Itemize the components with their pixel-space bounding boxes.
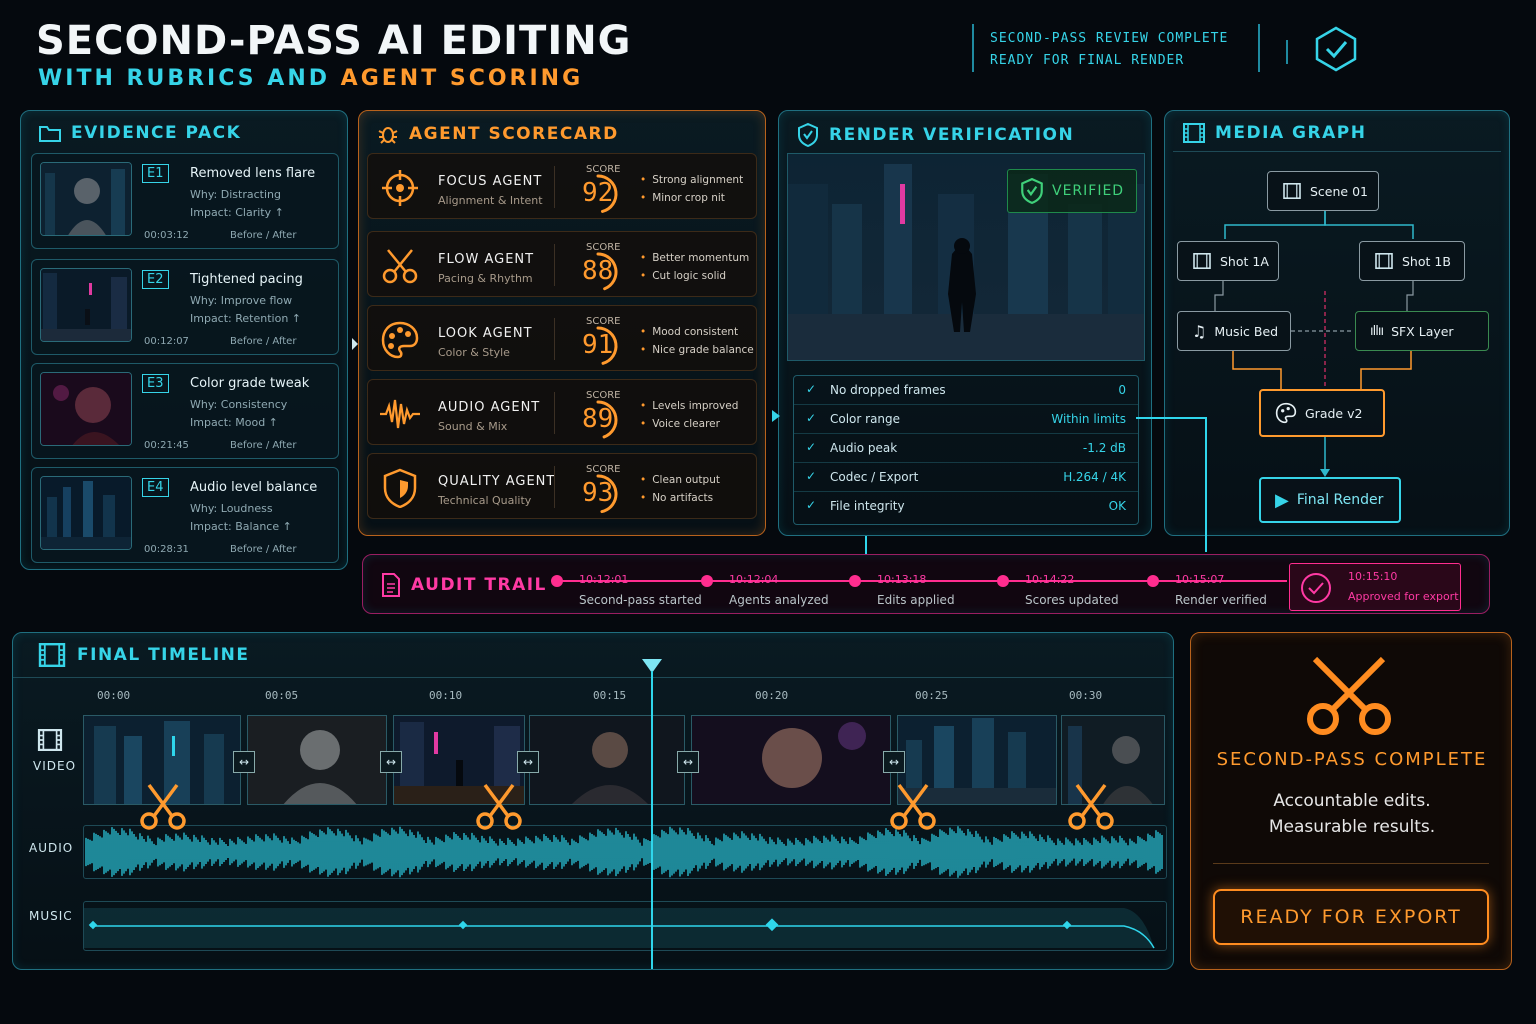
audit-dot [1147,575,1159,587]
film-icon [37,729,63,751]
audit-dot [701,575,713,587]
divider [1213,863,1489,864]
time-tick: 00:10 [429,689,463,702]
export-line-1: Accountable edits. [1273,791,1431,811]
scissors-icon[interactable] [1065,781,1117,833]
divider [13,677,1173,678]
audit-label: Second-pass started [579,593,702,607]
music-track[interactable] [83,901,1167,951]
time-tick: 00:05 [265,689,299,702]
audit-label: Agents analyzed [729,593,829,607]
track-label-audio: AUDIO [29,841,74,855]
transition-marker[interactable]: ↔ [380,751,402,773]
scissors-icon[interactable] [137,781,189,833]
waveform-bars [85,826,1163,878]
film-icon [38,643,66,667]
audit-dot [551,575,563,587]
audit-trail-label: AUDIT TRAIL [411,575,547,595]
audit-time: 10:15:07 [1175,573,1225,586]
playhead[interactable] [641,657,663,969]
video-clip[interactable] [691,715,891,805]
audit-label: Edits applied [877,593,955,607]
track-label-video: VIDEO [33,759,77,773]
audit-label: Scores updated [1025,593,1119,607]
music-automation [84,908,1155,949]
transition-marker[interactable]: ↔ [233,751,255,773]
audit-time: 10:12:01 [579,573,629,586]
audit-time: 10:12:04 [729,573,779,586]
scissors-icon[interactable] [887,781,939,833]
audit-dot [849,575,861,587]
transition-marker[interactable]: ↔ [883,751,905,773]
export-line-2: Measurable results. [1268,817,1436,837]
audit-time: 10:14:22 [1025,573,1075,586]
audio-track[interactable] [83,825,1167,879]
track-label-music: MUSIC [29,909,73,923]
video-clip[interactable] [247,715,387,805]
final-timeline-title: FINAL TIMELINE [37,643,250,667]
time-tick: 00:15 [593,689,627,702]
time-tick: 00:25 [915,689,949,702]
ready-for-export-button[interactable]: READY FOR EXPORT [1213,889,1489,945]
export-panel: SECOND-PASS COMPLETE Accountable edits. … [1190,632,1512,970]
audit-trail-panel: AUDIT TRAIL 10:12:01 Second-pass started… [362,554,1490,614]
approved-time: 10:15:10 [1348,570,1398,583]
approved-badge[interactable]: 10:15:10 Approved for export [1289,563,1461,611]
document-icon [382,573,400,597]
transition-marker[interactable]: ↔ [677,751,699,773]
time-tick: 00:30 [1069,689,1103,702]
final-timeline-panel: FINAL TIMELINE 00:00 00:05 00:10 00:15 0… [12,632,1174,970]
time-tick: 00:20 [755,689,789,702]
export-title: SECOND-PASS COMPLETE [1216,749,1488,770]
time-tick: 00:00 [97,689,131,702]
scissors-icon [1307,656,1391,735]
audit-time: 10:13:18 [877,573,927,586]
scissors-icon[interactable] [473,781,525,833]
audit-label: Render verified [1175,593,1267,607]
check-circle-icon [1301,573,1331,603]
audit-dot [997,575,1009,587]
audio-waveform [85,826,1163,878]
approved-label: Approved for export [1348,590,1459,603]
audit-trail-title: AUDIT TRAIL [381,573,547,597]
final-timeline-label: FINAL TIMELINE [77,645,250,665]
transition-marker[interactable]: ↔ [517,751,539,773]
